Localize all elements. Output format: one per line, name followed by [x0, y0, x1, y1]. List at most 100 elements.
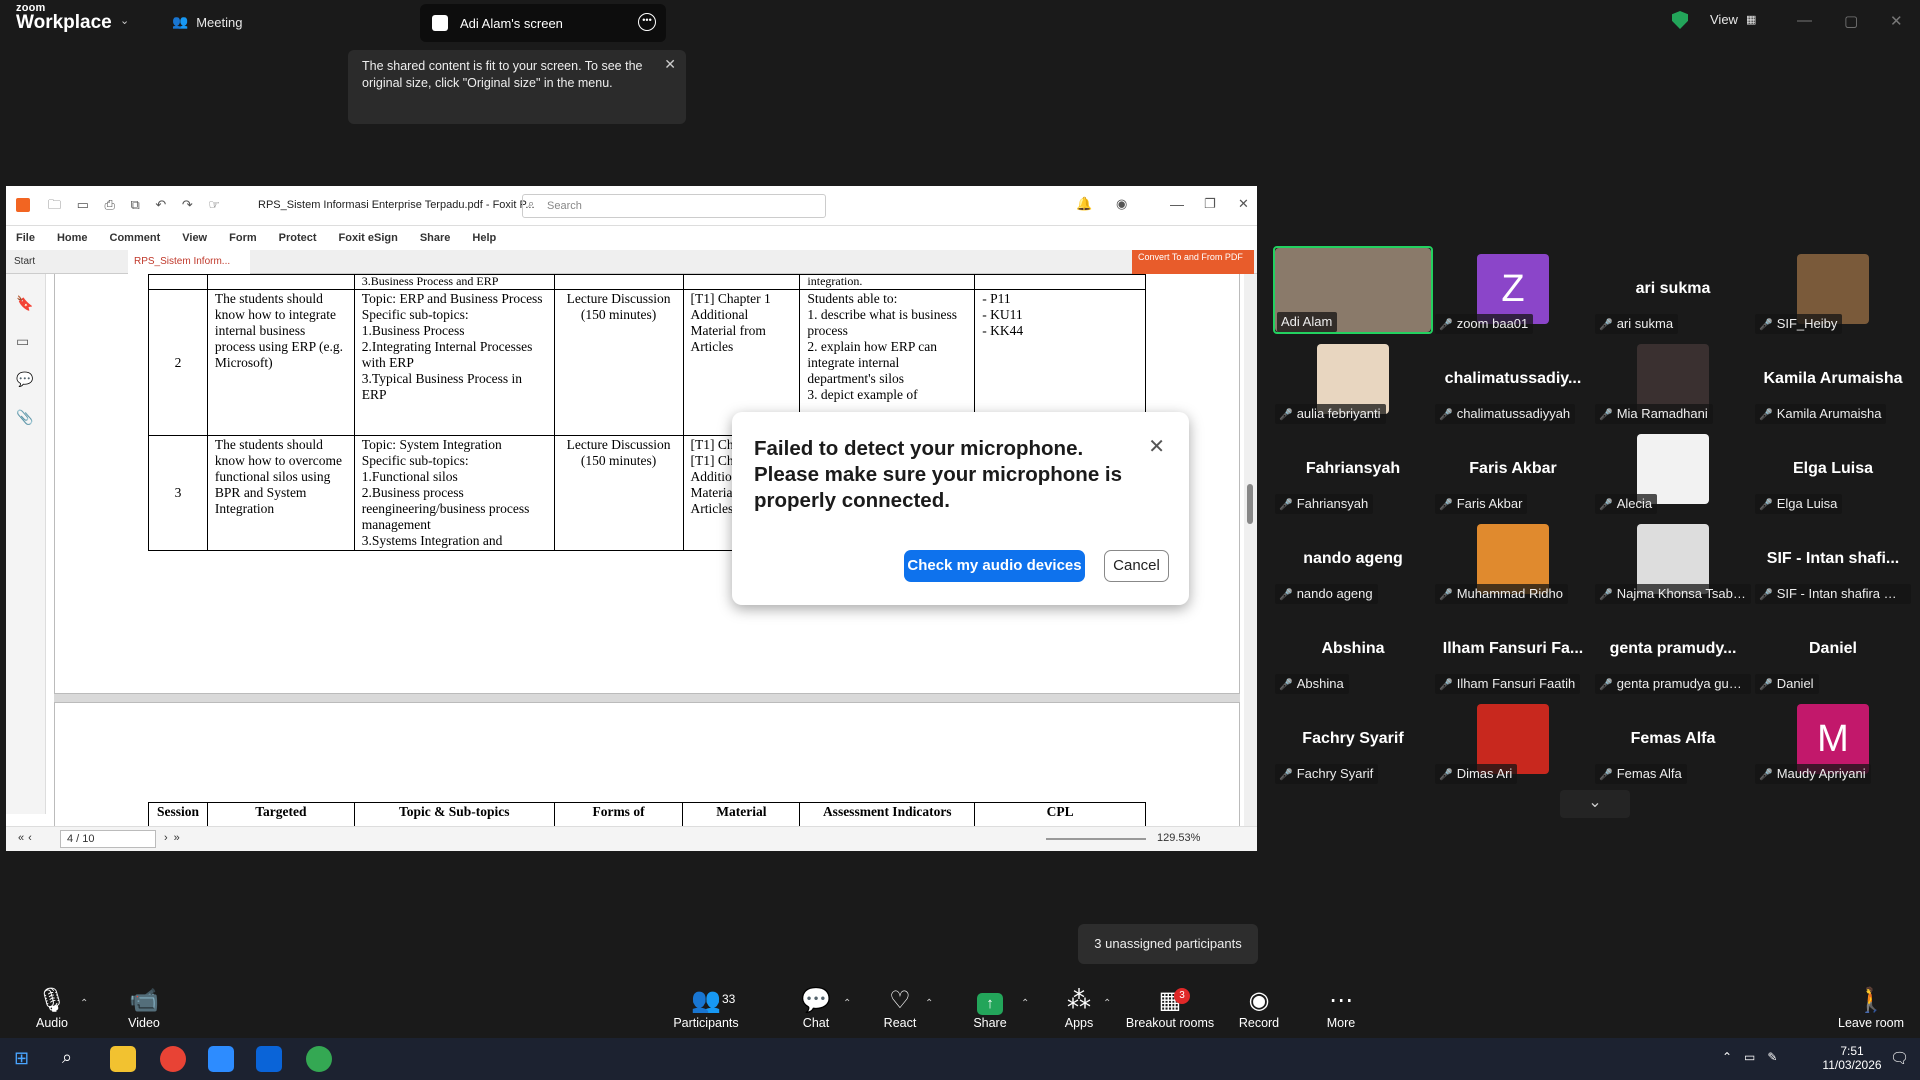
participant-label: 🎤 Daniel — [1755, 674, 1819, 694]
participant-label: 🎤 Elga Luisa — [1755, 494, 1843, 514]
share-button[interactable]: ↑ Share — [970, 986, 1010, 1030]
convert-banner[interactable]: Convert To and From PDF — [1132, 250, 1254, 274]
participant-tile[interactable]: 🎤 Alecia — [1593, 426, 1753, 514]
zoom-taskbar-icon[interactable] — [208, 1046, 234, 1072]
zoom-slider[interactable] — [1046, 838, 1146, 840]
video-button[interactable]: 📹 Video — [120, 986, 168, 1030]
more-options-icon[interactable]: ••• — [638, 13, 656, 31]
breakout-rooms-button[interactable]: ▦ Breakout rooms — [1124, 986, 1216, 1030]
chevron-down-icon[interactable]: ⌄ — [1560, 790, 1630, 818]
minimize-icon[interactable]: — — [1797, 12, 1812, 29]
participant-tile[interactable]: Femas Alfa 🎤 Femas Alfa — [1593, 696, 1753, 784]
participant-tile[interactable]: Daniel 🎤 Daniel — [1753, 606, 1913, 694]
participant-tile[interactable]: nando ageng 🎤 nando ageng — [1273, 516, 1433, 604]
zoom-level[interactable]: 129.53% — [1157, 832, 1200, 844]
bell-icon[interactable]: 🔔 — [1076, 196, 1092, 212]
participant-tile[interactable]: 🎤 Dimas Ari — [1433, 696, 1593, 784]
cancel-button[interactable]: Cancel — [1104, 550, 1169, 582]
apps-button[interactable]: ⁂ Apps — [1060, 986, 1098, 1030]
more-button[interactable]: ⋯ More — [1324, 986, 1358, 1030]
account-icon[interactable]: ◉ — [1116, 196, 1127, 212]
tab-start[interactable]: Start — [14, 256, 35, 267]
participant-tile[interactable]: Elga Luisa 🎤 Elga Luisa — [1753, 426, 1913, 514]
page-nav-icons[interactable]: «‹ — [18, 832, 36, 844]
microphone-icon: 🎙 — [36, 987, 68, 1014]
menu-home[interactable]: Home — [57, 232, 88, 244]
participant-tile[interactable]: 🎤 aulia febriyanti — [1273, 336, 1433, 424]
panel-icons[interactable]: 🔖 ▭ 💬 📎 — [16, 284, 33, 436]
participant-tile[interactable]: Fahriansyah 🎤 Fahriansyah — [1273, 426, 1433, 514]
page-nav-next-icons[interactable]: ›» — [164, 832, 186, 844]
chevron-up-icon[interactable]: ⌃ — [1103, 998, 1111, 1009]
participant-label: 🎤 genta pramudya gun... — [1595, 674, 1751, 694]
participant-tile[interactable]: Adi Alam — [1273, 246, 1433, 334]
muted-mic-icon: 🎤 — [1279, 499, 1293, 511]
app-taskbar-icon[interactable] — [256, 1046, 282, 1072]
participant-tile[interactable]: Fachry Syarif 🎤 Fachry Syarif — [1273, 696, 1433, 784]
check-audio-button[interactable]: Check my audio devices — [904, 550, 1085, 582]
maximize-icon[interactable]: ▢ — [1844, 12, 1858, 30]
menu-view[interactable]: View — [182, 232, 207, 244]
meeting-button[interactable]: 👥 Meeting — [172, 14, 242, 30]
chevron-up-icon[interactable]: ⌃ — [80, 998, 88, 1009]
close-icon[interactable]: ✕ — [664, 56, 676, 73]
file-explorer-icon[interactable] — [110, 1046, 136, 1072]
clock[interactable]: 7:51 11/03/2026 — [1820, 1044, 1884, 1072]
participant-tile[interactable]: Ilham Fansuri Fa... 🎤 Ilham Fansuri Faatih — [1433, 606, 1593, 694]
view-button[interactable]: View ▦ — [1710, 12, 1756, 27]
react-button[interactable]: ♡ React — [880, 986, 920, 1030]
participant-tile[interactable]: Z 🎤 zoom baa01 — [1433, 246, 1593, 334]
audio-button[interactable]: 🎙 Audio — [28, 986, 76, 1030]
scrollbar-thumb[interactable] — [1247, 484, 1253, 524]
menu-protect[interactable]: Protect — [279, 232, 317, 244]
menu-file[interactable]: File — [16, 232, 35, 244]
participant-tile[interactable]: Faris Akbar 🎤 Faris Akbar — [1433, 426, 1593, 514]
menu-help[interactable]: Help — [472, 232, 496, 244]
participant-label-text: Mia Ramadhani — [1616, 406, 1708, 421]
chevron-up-icon[interactable]: ⌃ — [925, 998, 933, 1009]
vertical-scrollbar[interactable] — [1244, 274, 1257, 826]
zoom-logo: zoom Workplace — [16, 2, 112, 33]
page-number-field[interactable]: 4 / 10 — [60, 830, 156, 848]
chat-icon: 💬 — [801, 987, 831, 1014]
chrome-profile-icon[interactable] — [306, 1046, 332, 1072]
tab-document[interactable]: RPS_Sistem Inform... — [128, 250, 250, 274]
participant-tile[interactable]: ari sukma 🎤 ari sukma — [1593, 246, 1753, 334]
chevron-down-icon[interactable]: ⌄ — [120, 14, 129, 27]
unassigned-participants-tooltip[interactable]: 3 unassigned participants — [1078, 924, 1258, 964]
chevron-up-icon[interactable]: ⌃ — [843, 998, 851, 1009]
menu-comment[interactable]: Comment — [110, 232, 161, 244]
participant-tile[interactable]: Abshina 🎤 Abshina — [1273, 606, 1433, 694]
windows-start-icon[interactable]: ⊞ — [14, 1048, 29, 1069]
menu-share[interactable]: Share — [420, 232, 451, 244]
foxit-restore-icon[interactable]: ❐ — [1204, 196, 1216, 212]
search-icon[interactable]: ⌕ — [62, 1047, 72, 1068]
notification-icon[interactable]: 🗨 — [1890, 1049, 1909, 1067]
menu-esign[interactable]: Foxit eSign — [339, 232, 398, 244]
close-window-icon[interactable]: ✕ — [1890, 12, 1903, 30]
participant-name: chalimatussadiy... — [1444, 370, 1582, 387]
participant-tile[interactable]: 🎤 Najma Khonsa Tsabita — [1593, 516, 1753, 604]
participant-tile[interactable]: chalimatussadiy... 🎤 chalimatussadiyyah — [1433, 336, 1593, 424]
close-icon[interactable]: ✕ — [1148, 434, 1165, 459]
participant-tile[interactable]: 🎤 SIF_Heiby — [1753, 246, 1913, 334]
search-input[interactable]: Search — [522, 194, 826, 218]
chat-button[interactable]: 💬 Chat — [796, 986, 836, 1030]
participant-name: Femas Alfa — [1630, 730, 1716, 747]
participant-tile[interactable]: M 🎤 Maudy Apriyani — [1753, 696, 1913, 784]
leave-room-button[interactable]: 🚶 Leave room — [1838, 986, 1904, 1030]
participant-tile[interactable]: 🎤 Muhammad Ridho — [1433, 516, 1593, 604]
participant-tile[interactable]: SIF - Intan shafi... 🎤 SIF - Intan shafira… — [1753, 516, 1913, 604]
chevron-up-icon[interactable]: ⌃ — [1021, 998, 1029, 1009]
system-tray-icons[interactable]: ⌃▭✎ — [1722, 1050, 1789, 1064]
foxit-close-icon[interactable]: ✕ — [1238, 196, 1249, 212]
participant-tile[interactable]: genta pramudy... 🎤 genta pramudya gun... — [1593, 606, 1753, 694]
participant-tile[interactable]: 🎤 Mia Ramadhani — [1593, 336, 1753, 424]
screen-tab[interactable]: Adi Alam's screen ••• — [420, 4, 666, 42]
rps-table-header: Session Targeted Topic & Sub-topics Form… — [148, 802, 1146, 827]
menu-form[interactable]: Form — [229, 232, 257, 244]
chrome-icon[interactable] — [160, 1046, 186, 1072]
record-button[interactable]: ◉ Record — [1238, 986, 1280, 1030]
foxit-minimize-icon[interactable]: — — [1170, 196, 1184, 212]
participant-tile[interactable]: Kamila Arumaisha 🎤 Kamila Arumaisha — [1753, 336, 1913, 424]
